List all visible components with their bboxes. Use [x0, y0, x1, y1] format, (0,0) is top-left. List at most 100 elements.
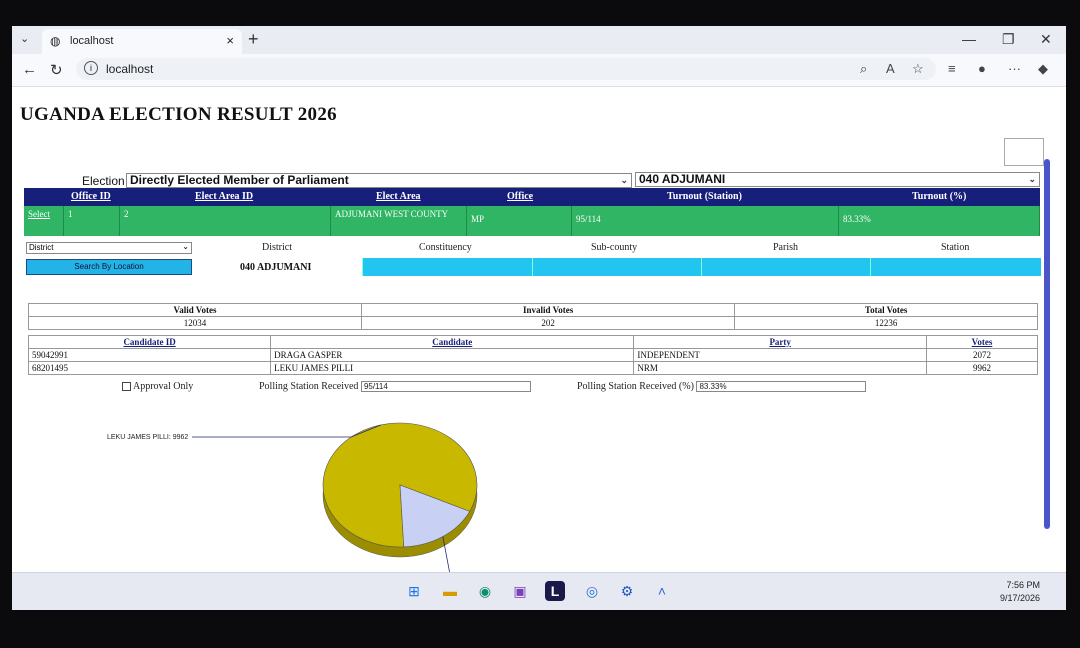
subcounty-field[interactable] — [532, 258, 702, 276]
header-elect-area-id[interactable]: Elect Area ID — [195, 191, 253, 202]
header-elect-area[interactable]: Elect Area — [376, 191, 421, 202]
tab-bar: ⌄ ◍ localhost × + — ❐ ✕ — [12, 26, 1066, 54]
start-icon[interactable]: ⊞ — [404, 581, 424, 601]
zoom-icon[interactable]: ⌕ — [860, 61, 867, 77]
elect-area-cell: ADJUMANI WEST COUNTY — [331, 206, 467, 236]
district-label: District — [262, 242, 292, 253]
turnout-pct-cell: 83.33% — [839, 206, 1040, 236]
parish-field[interactable] — [701, 258, 871, 276]
tab-title: localhost — [70, 35, 114, 47]
globe-icon: ◍ — [50, 34, 61, 48]
minimize-icon[interactable]: — — [962, 31, 976, 47]
subcounty-label: Sub-county — [591, 242, 638, 253]
maximize-icon[interactable]: ❐ — [1002, 31, 1015, 48]
copilot-icon[interactable]: ◆ — [1038, 61, 1048, 77]
pie-group: LEKU JAMES PILLI: 9962DRAGA GASPER: 2072 — [107, 422, 478, 572]
chevron-down-icon: ⌄ — [620, 175, 628, 185]
turnout-station-cell: 95/114 — [572, 206, 839, 236]
read-aloud-icon[interactable]: A — [886, 61, 895, 76]
file-explorer-icon[interactable]: ▬ — [440, 581, 460, 601]
favorites-list-icon[interactable]: ≡ — [948, 61, 956, 76]
parish-label: Parish — [773, 242, 798, 253]
approval-only-checkbox[interactable] — [122, 382, 131, 392]
candidate-name-cell: DRAGA GASPER — [270, 348, 635, 362]
candidate-header[interactable]: Candidate — [432, 337, 472, 347]
elect-area-id-cell: 2 — [120, 206, 331, 236]
address-bar: ← ↻ i localhost ⌕ A ☆ ≡ ● ··· ◆ — [12, 54, 1066, 87]
party-header[interactable]: Party — [769, 337, 791, 347]
votes-pie-chart: LEKU JAMES PILLI: 9962DRAGA GASPER: 2072 — [107, 422, 478, 572]
app-circle-icon[interactable]: ◎ — [582, 581, 602, 601]
district-value: 040 ADJUMANI — [240, 262, 312, 273]
candidate-id-header[interactable]: Candidate ID — [123, 337, 175, 347]
scrollbar[interactable] — [1044, 159, 1050, 529]
party-cell: NRM — [633, 361, 927, 375]
constituency-field[interactable] — [362, 258, 533, 276]
close-window-icon[interactable]: ✕ — [1040, 31, 1052, 48]
total-votes-value: 12236 — [734, 316, 1038, 330]
pie-label-leku: LEKU JAMES PILLI: 9962 — [107, 434, 188, 441]
votes-summary-table: Valid Votes Invalid Votes Total Votes 12… — [28, 303, 1038, 330]
polling-pct-group: Polling Station Received (%) 83.33% — [577, 381, 867, 393]
settings-icon[interactable]: ⚙ — [617, 581, 637, 601]
refresh-icon[interactable]: ↻ — [50, 61, 63, 79]
election-select[interactable]: Directly Elected Member of Parliament ⌄ — [126, 173, 632, 188]
profile-icon[interactable]: ● — [978, 61, 986, 76]
table-row: 68201495 LEKU JAMES PILLI NRM 9962 — [27, 361, 1038, 375]
leader-line-leku — [192, 424, 382, 438]
candidate-name-cell: LEKU JAMES PILLI — [270, 361, 635, 375]
valid-votes-header: Valid Votes — [28, 303, 362, 317]
header-office-id[interactable]: Office ID — [71, 191, 111, 202]
total-votes-header: Total Votes — [734, 303, 1038, 317]
store-icon[interactable]: ▣ — [510, 581, 530, 601]
header-turnout-pct: Turnout (%) — [912, 191, 967, 202]
page-title: UGANDA ELECTION RESULT 2026 — [20, 104, 337, 125]
election-select-value: Directly Elected Member of Parliament — [130, 173, 349, 187]
browser-tab[interactable]: ◍ localhost × — [42, 29, 242, 54]
approval-only-label: Approval Only — [133, 381, 194, 392]
url-text: localhost — [106, 62, 154, 76]
location-filter: District ⌄ District Constituency Sub-cou… — [24, 242, 1041, 282]
station-field[interactable] — [870, 258, 1041, 276]
station-label: Station — [941, 242, 970, 253]
edge-icon[interactable]: ◉ — [475, 581, 495, 601]
polling-received-field[interactable]: 95/114 — [360, 381, 531, 393]
close-tab-icon[interactable]: × — [226, 33, 234, 48]
results-header: Office ID Elect Area ID Elect Area Offic… — [24, 188, 1040, 206]
taskbar: ⊞ ▬ ◉ ▣ L ◎ ⚙ ˄ 7:56 PM 9/17/2026 — [12, 572, 1066, 610]
select-link[interactable]: Select — [24, 206, 64, 236]
approval-only-option[interactable]: Approval Only — [122, 381, 193, 392]
polling-pct-field[interactable]: 83.33% — [696, 381, 867, 393]
tray-chevron-icon[interactable]: ˄ — [652, 581, 672, 601]
area-select[interactable]: 040 ADJUMANI ⌄ — [635, 172, 1040, 187]
broken-image — [1004, 138, 1044, 166]
party-cell: INDEPENDENT — [633, 348, 927, 362]
votes-cell: 2072 — [926, 348, 1038, 362]
info-icon[interactable]: i — [84, 61, 98, 75]
header-turnout-station: Turnout (Station) — [667, 191, 742, 202]
constituency-label: Constituency — [419, 242, 472, 253]
search-by-location-button[interactable]: Search By Location — [26, 259, 192, 275]
votes-header[interactable]: Votes — [972, 337, 993, 347]
system-clock[interactable]: 7:56 PM 9/17/2026 — [1000, 579, 1040, 605]
office-cell: MP — [467, 206, 572, 236]
tab-actions-icon[interactable]: ⌄ — [20, 32, 29, 45]
office-id-cell: 1 — [64, 206, 120, 236]
new-tab-button[interactable]: + — [248, 29, 259, 50]
header-office[interactable]: Office — [507, 191, 533, 202]
candidates-table: Candidate ID Candidate Party Votes 59042… — [27, 335, 1038, 375]
favorite-icon[interactable]: ☆ — [912, 61, 924, 77]
results-row: Select 1 2 ADJUMANI WEST COUNTY MP 95/11… — [24, 206, 1040, 236]
app-l-icon[interactable]: L — [545, 581, 565, 601]
location-level-value: District — [29, 243, 54, 252]
back-icon[interactable]: ← — [22, 61, 37, 78]
page-content: UGANDA ELECTION RESULT 2026 Election Dir… — [12, 87, 1052, 572]
chevron-down-icon: ⌄ — [1028, 174, 1036, 184]
location-level-select[interactable]: District ⌄ — [26, 242, 192, 254]
more-icon[interactable]: ··· — [1008, 61, 1021, 76]
invalid-votes-value: 202 — [360, 316, 736, 330]
polling-pct-label: Polling Station Received (%) — [577, 381, 694, 392]
valid-votes-value: 12034 — [28, 316, 362, 330]
invalid-votes-header: Invalid Votes — [360, 303, 736, 317]
url-field[interactable]: i localhost — [76, 58, 936, 80]
